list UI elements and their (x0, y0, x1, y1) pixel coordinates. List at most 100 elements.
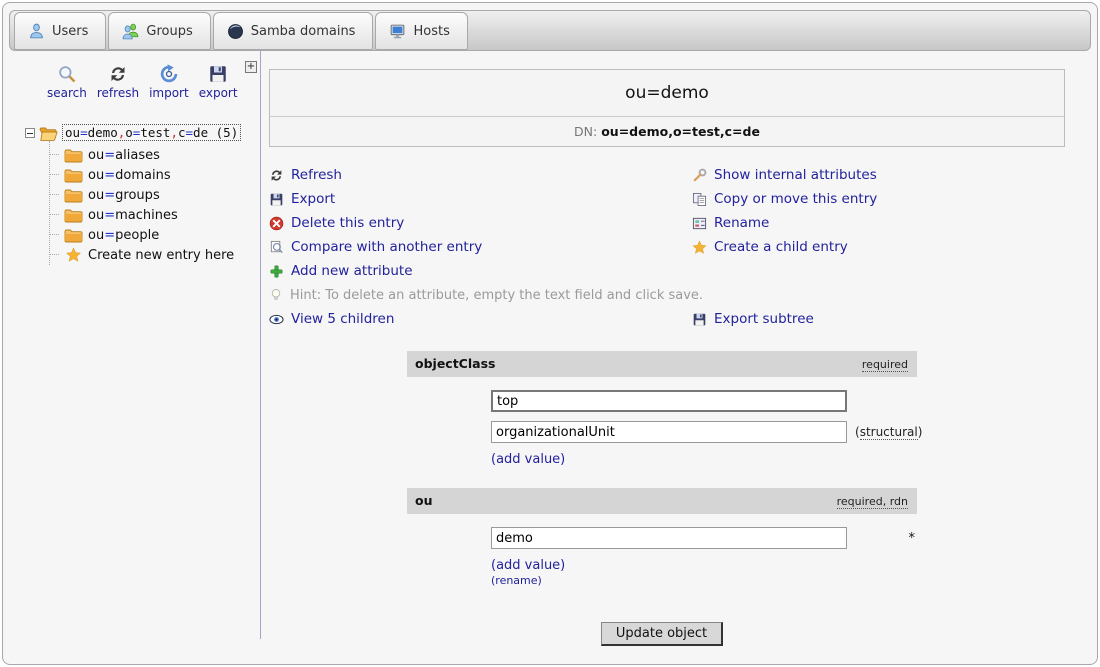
folder-icon (64, 227, 83, 243)
ldap-tree: ou=demo,o=test,c=de (5) ou=aliases ou=do… (25, 124, 260, 265)
actions-right-column: Show internal attributes Copy or move th… (692, 163, 1065, 283)
main-panel: ou=demo DN: ou=demo,o=test,c=de Refresh … (261, 51, 1097, 665)
attribute-value-row (407, 390, 917, 412)
rename-link[interactable]: (rename) (491, 574, 542, 587)
floppy-icon (692, 312, 707, 327)
export-subtree-link[interactable]: Export subtree (692, 307, 1065, 331)
toolbar-label: refresh (97, 86, 139, 100)
attribute-header-objectClass: objectClass required (407, 351, 917, 377)
tree-children: ou=aliases ou=domains ou=groups ou=machi… (49, 141, 260, 265)
import-button[interactable]: import (149, 64, 189, 100)
add-value-link[interactable]: (add value) (491, 452, 565, 467)
export-link[interactable]: Export (269, 187, 692, 211)
floppy-icon (208, 64, 228, 84)
add-new-attribute-link[interactable]: Add new attribute (269, 259, 692, 283)
tree-root-label[interactable]: ou=demo,o=test,c=de (5) (62, 124, 241, 141)
hint-row: Hint: To delete an attribute, empty the … (269, 283, 1065, 307)
tab-bar: Users Groups Samba domains Hosts (9, 10, 1091, 51)
star-icon (64, 247, 83, 263)
required-asterisk: * (847, 531, 915, 546)
app-window: Users Groups Samba domains Hosts search (2, 2, 1098, 665)
update-object-button[interactable]: Update object (601, 622, 723, 646)
ou-value-input[interactable] (491, 527, 847, 549)
refresh-link[interactable]: Refresh (269, 163, 692, 187)
entry-header: ou=demo DN: ou=demo,o=test,c=de (269, 69, 1065, 147)
copy-or-move-this-entry-link[interactable]: Copy or move this entry (692, 187, 1065, 211)
show-internal-attributes-link[interactable]: Show internal attributes (692, 163, 1065, 187)
group-icon (122, 23, 139, 40)
rename-link[interactable]: Rename (692, 211, 1065, 235)
view-children-link[interactable]: View 5 children (269, 307, 692, 331)
collapse-icon[interactable] (25, 128, 35, 138)
floppy-icon (269, 192, 284, 207)
attribute-name: objectClass (415, 356, 495, 371)
create-a-child-entry-link[interactable]: Create a child entry (692, 235, 1065, 259)
tree-entry-ou-domains[interactable]: ou=domains (50, 165, 260, 185)
folder-open-icon (39, 125, 58, 141)
delete-this-entry-link[interactable]: Delete this entry (269, 211, 692, 235)
dn-value: ou=demo,o=test,c=de (601, 124, 760, 139)
bulb-icon (269, 288, 283, 302)
entry-title: ou=demo (270, 70, 1064, 116)
attribute-value-row: (structural) (407, 421, 917, 443)
toolbar-label: export (199, 86, 238, 100)
compare-with-another-entry-link[interactable]: Compare with another entry (269, 235, 692, 259)
tab-samba-domains[interactable]: Samba domains (213, 12, 374, 50)
folder-icon (64, 167, 83, 183)
eye-icon (269, 312, 284, 327)
folder-icon (64, 187, 83, 203)
attribute-header-ou: ou required, rdn (407, 488, 917, 514)
attribute-link-row: (rename) (491, 574, 917, 587)
create-new-entry-link[interactable]: Create new entry here (50, 245, 260, 265)
star-icon (692, 240, 707, 255)
sidebar: search refresh import export + (3, 51, 261, 639)
attribute-link-row: (add value) (491, 452, 917, 467)
refresh-button[interactable]: refresh (97, 64, 139, 100)
structural-note: (structural) (855, 425, 922, 439)
search-button[interactable]: search (47, 64, 87, 100)
compare-icon (269, 240, 284, 255)
delete-icon (269, 216, 284, 231)
sidebar-toolbar: search refresh import export (47, 64, 260, 100)
tree-root-entry[interactable]: ou=demo,o=test,c=de (5) (25, 124, 260, 141)
monitor-icon (389, 23, 406, 40)
refresh-icon (108, 64, 128, 84)
objectClass-value-input[interactable] (491, 421, 847, 443)
tree-entry-ou-machines[interactable]: ou=machines (50, 205, 260, 225)
tree-entry-ou-aliases[interactable]: ou=aliases (50, 145, 260, 165)
refresh-icon (269, 168, 284, 183)
tree-entry-ou-groups[interactable]: ou=groups (50, 185, 260, 205)
add-value-link[interactable]: (add value) (491, 558, 565, 573)
import-icon (159, 64, 179, 84)
folder-icon (64, 147, 83, 163)
tab-groups[interactable]: Groups (108, 12, 210, 50)
tab-hosts[interactable]: Hosts (375, 12, 467, 50)
tab-users[interactable]: Users (14, 12, 106, 50)
attribute-value-row: * (407, 527, 917, 549)
tree-entry-ou-people[interactable]: ou=people (50, 225, 260, 245)
entry-dn-row: DN: ou=demo,o=test,c=de (270, 116, 1064, 146)
folder-icon (64, 207, 83, 223)
copy-icon (692, 192, 707, 207)
objectClass-value-input[interactable] (491, 390, 847, 412)
attribute-link-row: (add value) (491, 558, 917, 573)
attribute-flags: required (862, 358, 908, 372)
wrench-icon (692, 168, 707, 183)
rename-icon (692, 216, 707, 231)
tab-label: Hosts (413, 24, 449, 39)
export-button[interactable]: export (199, 64, 238, 100)
plus-icon (269, 264, 284, 279)
tab-label: Samba domains (251, 24, 356, 39)
toolbar-label: import (149, 86, 189, 100)
tab-label: Users (52, 24, 88, 39)
actions-left-column: Refresh Export Delete this entry Compare… (269, 163, 692, 283)
user-icon (28, 23, 45, 40)
globe-icon (227, 23, 244, 40)
attribute-table: objectClass required (structural) (add valu… (407, 351, 917, 590)
search-icon (57, 64, 77, 84)
attribute-flags: required, rdn (837, 495, 908, 509)
expand-tree-button[interactable]: + (245, 61, 257, 73)
tab-label: Groups (146, 24, 192, 39)
hint-text: Hint: To delete an attribute, empty the … (290, 288, 703, 303)
attribute-name: ou (415, 493, 433, 508)
